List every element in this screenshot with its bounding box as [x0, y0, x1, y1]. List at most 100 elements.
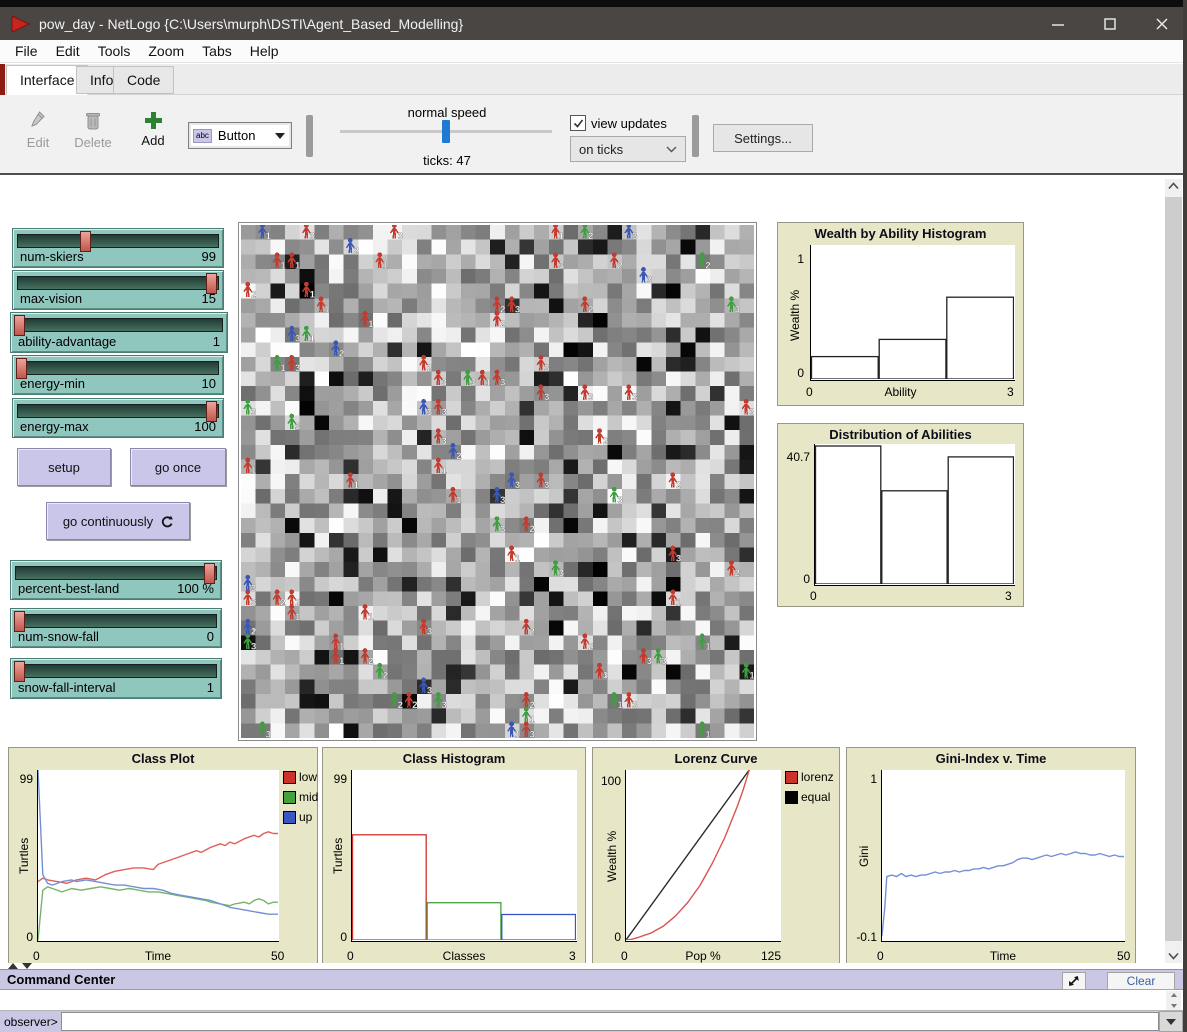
scroll-down-icon[interactable]	[1171, 1004, 1177, 1008]
legend-item-equal: equal	[785, 790, 830, 804]
svg-text:3: 3	[442, 700, 447, 711]
tab-strip	[0, 64, 1183, 95]
svg-text:1: 1	[310, 290, 316, 301]
menu-tabs[interactable]: Tabs	[193, 41, 241, 62]
slider-name: snow-fall-interval	[18, 680, 116, 695]
legend-swatch	[283, 771, 296, 784]
svg-text:2: 2	[280, 597, 285, 608]
command-history-dropdown[interactable]	[1159, 1011, 1183, 1032]
go-continuously-label: go continuously	[63, 514, 153, 529]
go-once-label: go once	[155, 460, 201, 475]
slider-handle[interactable]	[14, 315, 25, 336]
menu-zoom[interactable]: Zoom	[139, 41, 193, 62]
scrollbar-thumb[interactable]	[1165, 197, 1182, 941]
legend-swatch	[283, 791, 296, 804]
world-view[interactable]: 1322231332332232333221131311213231212231…	[238, 222, 757, 741]
delete-widget-button[interactable]: Delete	[68, 110, 118, 150]
slider-track[interactable]	[15, 664, 217, 678]
expand-command-center-button[interactable]	[1062, 972, 1086, 990]
svg-text:1: 1	[705, 641, 711, 652]
minimize-icon[interactable]	[1051, 17, 1065, 31]
svg-text:2: 2	[339, 348, 344, 359]
svg-text:2: 2	[500, 304, 505, 315]
maximize-icon[interactable]	[1103, 17, 1117, 31]
slider-energy-max[interactable]: energy-max100	[12, 398, 224, 438]
go-continuously-button[interactable]: go continuously	[46, 502, 190, 540]
svg-text:3: 3	[735, 304, 740, 315]
svg-text:1: 1	[676, 597, 682, 608]
output-scrollbar[interactable]	[1166, 991, 1181, 1010]
slider-ability-advantage[interactable]: ability-advantage1	[10, 312, 228, 353]
svg-text:3: 3	[427, 685, 432, 696]
command-input[interactable]	[61, 1012, 1159, 1031]
slider-energy-min[interactable]: energy-min10	[12, 355, 224, 395]
svg-text:2: 2	[588, 641, 593, 652]
slider-track[interactable]	[17, 404, 219, 418]
setup-button[interactable]: setup	[17, 448, 111, 486]
slider-value: 100 %	[177, 581, 214, 596]
svg-text:2: 2	[368, 656, 373, 667]
svg-text:3: 3	[310, 231, 315, 242]
view-updates-checkbox[interactable]: view updates	[570, 115, 667, 131]
slider-snow-fall-interval[interactable]: snow-fall-interval1	[10, 658, 222, 699]
legend-label: low	[299, 770, 317, 784]
slider-track[interactable]	[17, 361, 219, 375]
settings-button[interactable]: Settings...	[713, 124, 813, 152]
legend-swatch	[785, 791, 798, 804]
main-scrollbar[interactable]	[1165, 179, 1182, 963]
scroll-down-icon[interactable]	[1165, 952, 1182, 960]
tab-code[interactable]: Code	[113, 66, 174, 94]
scroll-up-icon[interactable]	[1165, 182, 1182, 190]
speed-slider-handle[interactable]	[442, 120, 450, 143]
svg-text:1: 1	[295, 612, 301, 623]
title-bar[interactable]: pow_day - NetLogo {C:\Users\murph\DSTI\A…	[0, 7, 1183, 40]
svg-text:1: 1	[339, 656, 345, 667]
observer-prompt: observer>	[0, 1011, 61, 1032]
slider-max-vision[interactable]: max-vision15	[12, 270, 224, 310]
edit-label: Edit	[27, 135, 49, 150]
edit-widget-button[interactable]: Edit	[16, 110, 60, 150]
checkbox-checked-icon	[570, 115, 586, 131]
slider-num-skiers[interactable]: num-skiers99	[12, 228, 224, 268]
slider-track[interactable]	[15, 566, 217, 580]
bottom-plots-row: Class Plot 99 0 Turtles low mid up 0 Tim…	[0, 747, 1145, 963]
menu-help[interactable]: Help	[241, 41, 288, 62]
tab-strip-accent	[0, 64, 5, 95]
slider-track[interactable]	[17, 276, 219, 290]
command-center-title: Command Center	[7, 972, 115, 987]
scroll-up-icon[interactable]	[1171, 993, 1177, 997]
svg-text:3: 3	[647, 275, 652, 286]
svg-text:2: 2	[603, 436, 608, 447]
slider-num-snow-fall[interactable]: num-snow-fall0	[10, 608, 222, 648]
plot-ability-distribution: Distribution of Abilities 40.7 0 0 3	[777, 423, 1024, 607]
slider-name: ability-advantage	[18, 334, 116, 349]
x-tick-min: 0	[810, 589, 817, 603]
class-plot-canvas	[38, 770, 278, 940]
svg-text:2: 2	[456, 451, 461, 462]
plot-title: Wealth by Ability Histogram	[778, 226, 1023, 241]
menu-file[interactable]: File	[6, 41, 47, 62]
menu-tools[interactable]: Tools	[89, 41, 140, 62]
svg-text:2: 2	[529, 700, 534, 711]
svg-text:2: 2	[617, 260, 622, 271]
slider-track[interactable]	[15, 318, 223, 332]
svg-text:2: 2	[676, 480, 681, 491]
clear-button[interactable]: Clear	[1107, 972, 1175, 990]
go-once-button[interactable]: go once	[130, 448, 226, 486]
command-center-header: Command Center Clear	[0, 969, 1183, 990]
command-center-output[interactable]	[0, 990, 1183, 1011]
update-mode-dropdown[interactable]: on ticks	[570, 136, 686, 162]
svg-text:1: 1	[295, 260, 301, 271]
widget-type-dropdown[interactable]: abc Button	[188, 122, 292, 149]
svg-text:1: 1	[354, 480, 360, 491]
slider-percent-best-land[interactable]: percent-best-land100 %	[10, 560, 222, 600]
slider-track[interactable]	[17, 234, 219, 248]
menu-edit[interactable]: Edit	[47, 41, 89, 62]
plot-title: Distribution of Abilities	[778, 427, 1023, 442]
add-widget-button[interactable]: Add	[135, 110, 171, 148]
close-icon[interactable]	[1155, 17, 1169, 31]
slider-handle[interactable]	[14, 661, 25, 682]
legend-item-lorenz: lorenz	[785, 770, 834, 784]
slider-track[interactable]	[15, 614, 217, 628]
slider-value: 0	[207, 629, 214, 644]
